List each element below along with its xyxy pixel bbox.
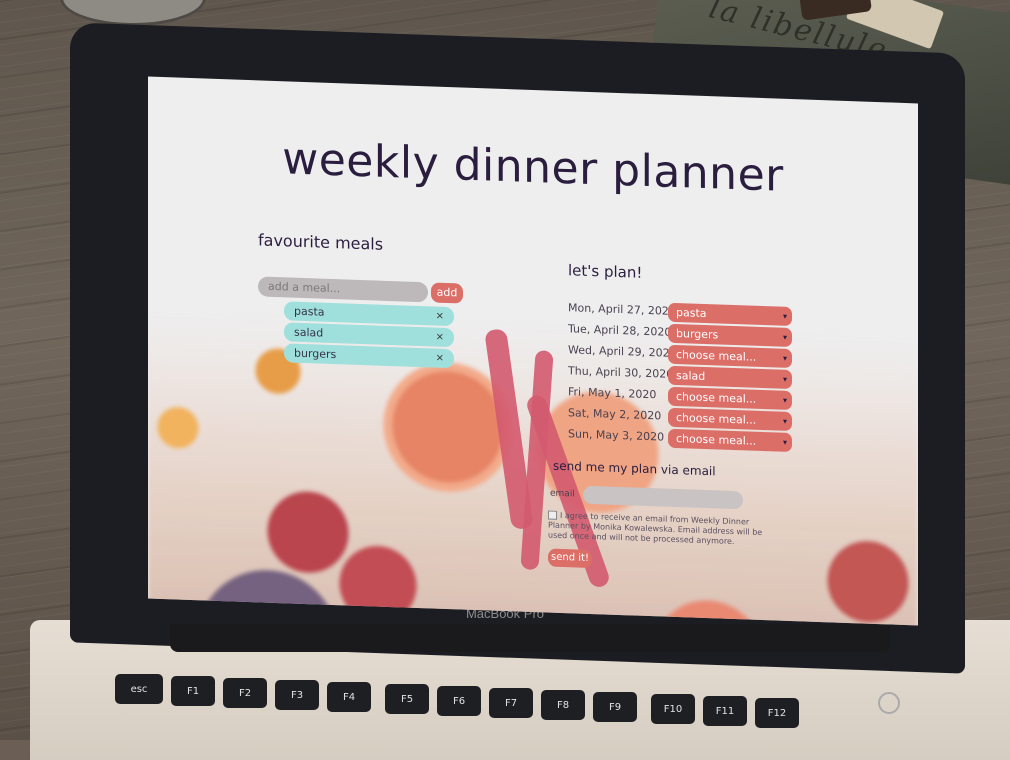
- remove-icon[interactable]: ×: [436, 328, 444, 347]
- remove-icon[interactable]: ×: [436, 307, 444, 326]
- send-button[interactable]: send it!: [548, 548, 592, 569]
- chevron-down-icon: ▾: [782, 353, 787, 363]
- page-title: weekly dinner planner: [282, 133, 784, 202]
- consent-text: I agree to receive an email from Weekly …: [548, 510, 763, 547]
- screen: weekly dinner planner favourite meals ad…: [148, 76, 918, 626]
- favourites-heading: favourite meals: [258, 230, 384, 254]
- meal-select-value: choose meal...: [676, 347, 757, 364]
- key-f10[interactable]: F10: [651, 694, 695, 724]
- chevron-down-icon: ▾: [782, 374, 787, 384]
- chevron-down-icon: ▾: [782, 416, 787, 426]
- laptop-hinge: [170, 624, 890, 652]
- chevron-down-icon: ▾: [782, 395, 787, 405]
- remove-icon[interactable]: ×: [436, 349, 444, 368]
- key-f8[interactable]: F8: [541, 690, 585, 720]
- meal-select-value: choose meal...: [676, 389, 757, 406]
- chevron-down-icon: ▾: [782, 332, 787, 342]
- chevron-down-icon: ▾: [782, 437, 787, 447]
- key-f6[interactable]: F6: [437, 686, 481, 716]
- key-f7[interactable]: F7: [489, 688, 533, 718]
- power-icon[interactable]: [878, 692, 900, 714]
- meal-select-value: burgers: [676, 326, 719, 342]
- key-f1[interactable]: F1: [171, 676, 215, 706]
- add-meal-button[interactable]: add: [431, 282, 463, 304]
- favourite-item-label: burgers: [294, 346, 337, 362]
- key-f3[interactable]: F3: [275, 680, 319, 710]
- meal-select-value: choose meal...: [676, 431, 757, 448]
- email-label: email: [550, 488, 575, 500]
- key-f2[interactable]: F2: [223, 678, 267, 708]
- add-meal-input[interactable]: add a meal...: [258, 276, 428, 303]
- favourite-item-label: salad: [294, 325, 324, 340]
- day-label: Mon, April 27, 2020: [568, 301, 676, 318]
- meal-select-value: salad: [676, 368, 706, 384]
- key-f11[interactable]: F11: [703, 696, 747, 726]
- key-f9[interactable]: F9: [593, 692, 637, 722]
- consent-checkbox[interactable]: [548, 510, 557, 520]
- favourite-item-label: pasta: [294, 304, 325, 319]
- meal-select[interactable]: pasta ▾: [668, 302, 792, 327]
- meal-select-value: choose meal...: [676, 410, 757, 427]
- meal-select-value: pasta: [676, 305, 707, 321]
- key-f5[interactable]: F5: [385, 684, 429, 714]
- key-f4[interactable]: F4: [327, 682, 371, 712]
- chevron-down-icon: ▾: [782, 311, 787, 321]
- key-f12[interactable]: F12: [755, 698, 799, 728]
- plan-heading: let's plan!: [568, 261, 643, 282]
- key-esc[interactable]: esc: [115, 674, 163, 704]
